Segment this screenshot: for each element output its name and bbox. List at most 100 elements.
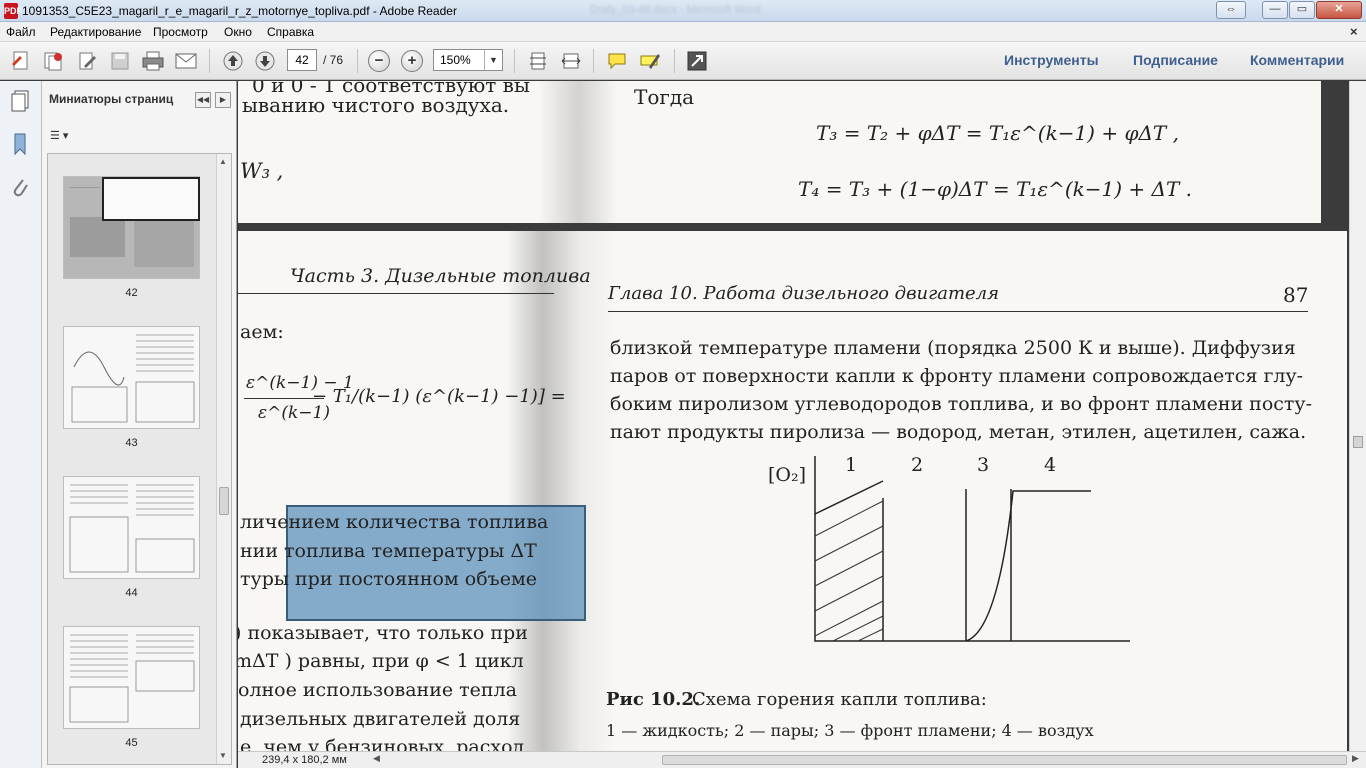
comment-panel-link[interactable]: Комментарии [1250, 52, 1344, 68]
create-pdf-icon[interactable] [8, 48, 34, 74]
doc-text-line: ) показывает, что только при [238, 622, 528, 644]
thumbnail-page-42[interactable] [63, 176, 200, 279]
thumbnail-page-43[interactable] [63, 326, 200, 429]
document-view[interactable]: 0 и 0 - 1 соответствуют вы ыванию чистог… [238, 81, 1349, 751]
menu-edit[interactable]: Редактирование [50, 25, 141, 39]
viewport-indicator[interactable] [102, 177, 200, 221]
page-running-header: Часть 3. Дизельные топлива [290, 265, 591, 287]
combustion-diagram: [O₂] 1 2 3 4 [768, 454, 1130, 642]
figure-legend: 1 — жидкость; 2 — пары; 3 — фронт пламен… [606, 721, 1094, 740]
title-bar: PDF 1091353_C5E23_magaril_r_e_magaril_r_… [0, 0, 1366, 22]
document-horizontal-scrollbar[interactable] [662, 755, 1347, 765]
doc-text-line: е, чем у бензиновых, расход [240, 736, 525, 751]
email-icon[interactable] [173, 48, 199, 74]
toolbar-divider [674, 49, 675, 73]
figure-zone-label: 2 [911, 454, 923, 476]
pdf-page-current: Часть 3. Дизельные топлива аем: ε^(k−1) … [238, 231, 1347, 751]
expand-panel-icon[interactable]: ▶ [215, 92, 231, 108]
scroll-thumb[interactable] [1353, 436, 1363, 448]
doc-text-line: олное использование тепла [238, 679, 517, 701]
scroll-down-icon[interactable]: ▼ [219, 751, 227, 760]
document-vertical-scrollbar[interactable] [1349, 81, 1366, 751]
scroll-left-icon[interactable]: ◀ [373, 753, 380, 764]
menu-view[interactable]: Просмотр [153, 25, 208, 39]
scroll-right-icon[interactable]: ▶ [1352, 753, 1359, 764]
page-number-input[interactable] [287, 49, 317, 71]
scroll-thumb[interactable] [219, 487, 229, 515]
page-running-header: Глава 10. Работа дизельного двигателя [608, 283, 1000, 304]
doc-text-line: ыванию чистого воздуха. [242, 93, 510, 117]
figure-axis-label: [O₂] [768, 464, 806, 486]
adobe-reader-window: PDF 1091353_C5E23_magaril_r_e_magaril_r_… [0, 0, 1366, 768]
comment-icon[interactable] [604, 48, 630, 74]
page-thumbnails-icon[interactable] [8, 89, 32, 113]
attachments-icon[interactable] [8, 175, 32, 199]
doc-formula: W₃ , [240, 159, 284, 183]
doc-formula: T₄ = T₃ + (1−φ)ΔT = T₁ε^(k−1) + ΔT . [798, 177, 1193, 201]
save-icon[interactable] [107, 48, 133, 74]
thumbnail-scrollbar[interactable]: ▲ ▼ [216, 154, 231, 764]
thumbnails-panel-title: Миниатюры страниц [49, 92, 174, 106]
thumbnail-options-icon[interactable]: ☰ ▾ [50, 129, 76, 147]
figure-zone-label: 4 [1044, 454, 1056, 476]
doc-text-line: mΔT ) равны, при φ < 1 цикл [238, 650, 524, 672]
close-document-icon[interactable]: × [1350, 24, 1358, 39]
scroll-up-icon[interactable]: ▲ [219, 157, 227, 166]
toolbar-divider [514, 49, 515, 73]
menu-help[interactable]: Справка [267, 25, 314, 39]
combine-files-icon[interactable] [40, 48, 66, 74]
navigation-pane-strip [0, 81, 42, 768]
figure-caption-number: Рис 10.2. [606, 689, 701, 710]
edit-pdf-icon[interactable] [74, 48, 100, 74]
close-window-button[interactable]: ✕ [1316, 1, 1362, 19]
doc-text-line: дизельных двигателей доля [240, 708, 521, 730]
thumbnail-label: 45 [125, 737, 138, 749]
maximize-button[interactable]: ▭ [1289, 1, 1315, 19]
doc-text-line: пают продукты пиролиза — водород, метан,… [610, 421, 1307, 443]
bookmarks-icon[interactable] [8, 132, 32, 156]
page-dimensions: 239,4 x 180,2 мм [262, 754, 347, 766]
menu-bar: Файл Редактирование Просмотр Окно Справк… [0, 22, 1366, 42]
zoom-in-button[interactable]: + [401, 50, 423, 72]
thumbnail-page-44[interactable] [63, 476, 200, 579]
thumbnail-page-45[interactable] [63, 626, 200, 729]
tools-panel-link[interactable]: Инструменты [1004, 52, 1099, 68]
figure-zone-label: 3 [977, 454, 989, 476]
zoom-out-button[interactable]: − [368, 50, 390, 72]
previous-page-icon[interactable] [220, 48, 246, 74]
fit-page-icon[interactable] [525, 48, 551, 74]
switch-window-button[interactable]: ⇔ [1216, 1, 1246, 19]
zoom-select[interactable]: 150% ▼ [433, 49, 503, 71]
toolbar-divider [357, 49, 358, 73]
highlight-icon[interactable] [637, 48, 663, 74]
doc-text-line: личением количества топлива [240, 511, 549, 533]
fullscreen-icon[interactable] [684, 48, 710, 74]
pdf-page-previous: 0 и 0 - 1 соответствуют вы ыванию чистог… [238, 81, 1321, 223]
menu-file[interactable]: Файл [6, 25, 36, 39]
thumbnail-label: 44 [125, 587, 138, 599]
doc-text-line: Тогда [634, 85, 695, 109]
doc-formula: − T₁/(k−1) (ε^(k−1) −1)] = [312, 386, 566, 407]
fit-width-icon[interactable] [558, 48, 584, 74]
chevron-down-icon[interactable]: ▼ [484, 50, 502, 70]
collapse-panel-icon[interactable]: ◀◀ [195, 92, 211, 108]
print-icon[interactable] [140, 48, 166, 74]
thumbnail-list: 42 43 44 45 ▲ ▼ [47, 153, 232, 765]
minimize-button[interactable]: — [1262, 1, 1288, 19]
doc-text-line: близкой температуре пламени (порядка 250… [610, 337, 1296, 359]
figure-caption: Схема горения капли топлива: [692, 689, 987, 710]
doc-text-line: аем: [240, 321, 284, 343]
pdf-app-icon: PDF [4, 3, 22, 19]
zoom-value: 150% [440, 53, 471, 67]
next-page-icon[interactable] [252, 48, 278, 74]
doc-text-line: паров от поверхности капли к фронту плам… [610, 365, 1304, 387]
menu-window[interactable]: Окно [224, 25, 252, 39]
status-bar: 239,4 x 180,2 мм ◀ ▶ [238, 751, 1366, 768]
thumbnail-label: 42 [125, 287, 138, 299]
toolbar-divider [593, 49, 594, 73]
thumbnail-label: 43 [125, 437, 138, 449]
sign-panel-link[interactable]: Подписание [1133, 52, 1218, 68]
window-title: 1091353_C5E23_magaril_r_e_magaril_r_z_mo… [22, 4, 457, 18]
doc-text-line: туры при постоянном объеме [240, 568, 538, 590]
page-total-label: / 76 [323, 53, 344, 67]
